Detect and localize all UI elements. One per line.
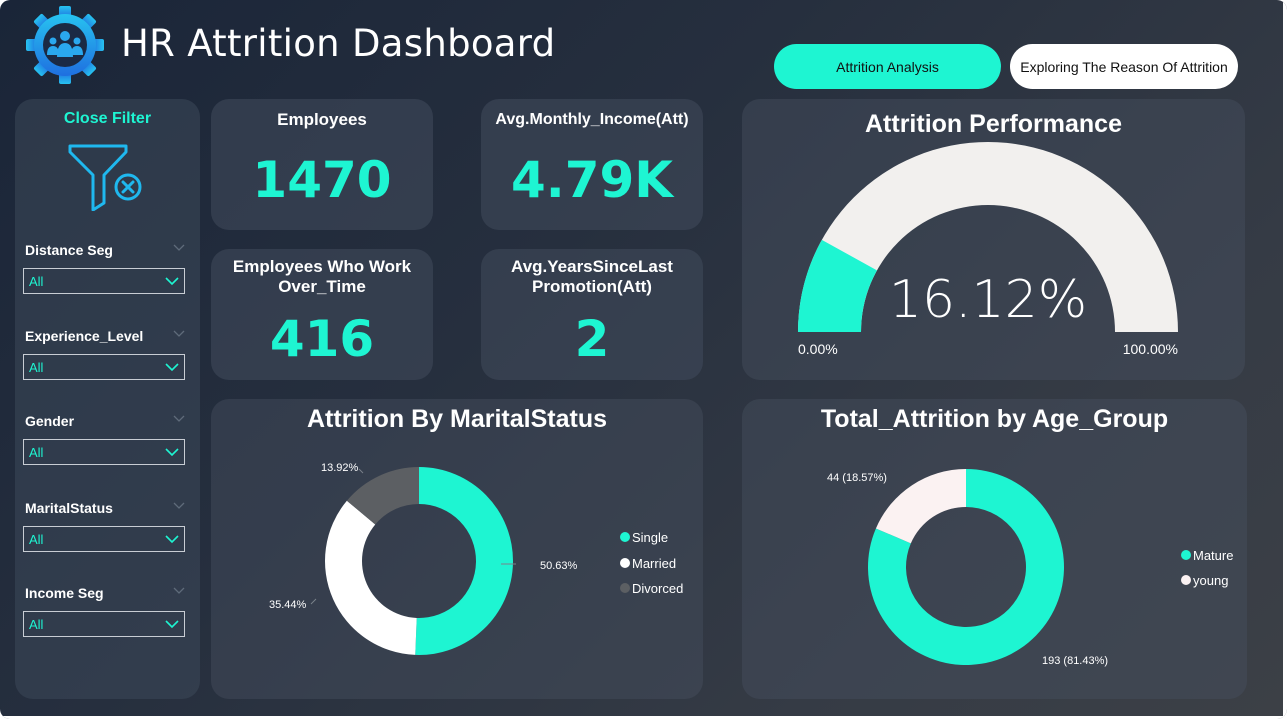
dashboard: HR Attrition Dashboard Attrition Analysi… [0, 0, 1287, 719]
legend-marker-married [620, 558, 630, 568]
slicer-label: Experience_Level [25, 328, 144, 344]
legend: Single Married Divorced [620, 530, 683, 596]
kpi-label-line2: Over_Time [278, 277, 366, 296]
chevron-down-icon [165, 535, 179, 544]
legend-marker-young [1181, 575, 1191, 585]
chevron-down-icon[interactable] [173, 330, 185, 338]
kpi-label-line1: Employees Who Work [232, 257, 412, 276]
kpi-value: 1470 [252, 151, 392, 209]
slicer-dropdown[interactable]: All [23, 354, 185, 380]
legend-label-divorced: Divorced [632, 581, 683, 596]
legend-label-mature: Mature [1193, 548, 1233, 563]
kpi-employees: Employees 1470 [211, 99, 433, 230]
page-title: HR Attrition Dashboard [121, 22, 556, 65]
leader-line [358, 468, 364, 474]
marital-slice-single[interactable] [415, 467, 513, 655]
chevron-down-icon [165, 620, 179, 629]
kpi-value: 4.79K [510, 151, 674, 209]
age-group-card: Total_Attrition by Age_Group 193 (81.43%… [742, 399, 1247, 699]
slicer-dropdown[interactable]: All [23, 526, 185, 552]
chevron-down-icon [165, 277, 179, 286]
slicer-label: Distance Seg [25, 242, 113, 258]
attrition-performance-card: Attrition Performance 16.12% 0.00% 100.0… [742, 99, 1245, 380]
kpi-value: 2 [574, 310, 610, 368]
kpi-value: 416 [269, 310, 375, 368]
gauge-min-label: 0.00% [798, 341, 838, 357]
legend-label-married: Married [632, 556, 676, 571]
gauge-value-label: 16.12% [889, 270, 1087, 330]
kpi-label-line2: Promotion(Att) [532, 277, 652, 296]
slicer-value: All [29, 274, 44, 289]
legend-label-single: Single [632, 530, 668, 545]
kpi-label: Avg.Monthly_Income(Att) [495, 111, 689, 128]
tab-exploring-reason[interactable]: Exploring The Reason Of Attrition [1010, 44, 1238, 89]
data-label-mature: 193 (81.43%) [1042, 655, 1108, 667]
slicer-dropdown[interactable]: All [23, 439, 185, 465]
legend-marker-divorced [620, 583, 630, 593]
slicer-value: All [29, 617, 44, 632]
kpi-label-line1: Avg.YearsSinceLast [511, 257, 673, 276]
gauge-max-label: 100.00% [1123, 341, 1178, 357]
chevron-down-icon[interactable] [173, 587, 185, 595]
legend-label-young: young [1193, 573, 1228, 588]
slicer-label: MaritalStatus [25, 500, 113, 516]
slicer-value: All [29, 532, 44, 547]
slicer-value: All [29, 445, 44, 460]
chevron-down-icon[interactable] [173, 244, 185, 252]
data-label-young: 44 (18.57%) [827, 472, 887, 484]
slicer-dropdown[interactable]: All [23, 268, 185, 294]
frame-edge [1283, 0, 1287, 719]
data-label-single: 50.63% [540, 560, 578, 572]
marital-status-donut: 50.63% 35.44% 13.92% Single Married Divo… [269, 462, 683, 655]
data-label-married: 35.44% [269, 599, 307, 611]
chevron-down-icon [165, 363, 179, 372]
kpi-years-since-promotion: Avg.YearsSinceLast Promotion(Att) 2 [481, 249, 703, 380]
slicer-dropdown[interactable]: All [23, 611, 185, 637]
data-label-divorced: 13.92% [321, 462, 359, 474]
people-gear-icon [26, 6, 104, 84]
chevron-down-icon [165, 448, 179, 457]
kpi-overtime: Employees Who Work Over_Time 416 [211, 249, 433, 380]
slicer-value: All [29, 360, 44, 375]
leader-line [310, 598, 317, 605]
tab-attrition-analysis[interactable]: Attrition Analysis [774, 44, 1001, 89]
chevron-down-icon[interactable] [173, 502, 185, 510]
marital-slice-married[interactable] [325, 500, 417, 655]
slicer-label: Gender [25, 413, 75, 429]
close-filter-label[interactable]: Close Filter [15, 110, 200, 128]
legend: Mature young [1181, 548, 1233, 588]
gauge-chart: 16.12% 0.00% 100.00% [798, 142, 1178, 357]
chevron-down-icon[interactable] [173, 415, 185, 423]
filter-panel: Close Filter Distance Seg All Experience… [15, 99, 200, 699]
legend-marker-single [620, 532, 630, 542]
age-group-donut: 193 (81.43%) 44 (18.57%) Mature young [827, 469, 1233, 667]
funnel-close-icon[interactable] [68, 143, 146, 211]
age-slice-young[interactable] [875, 469, 966, 544]
legend-marker-mature [1181, 550, 1191, 560]
kpi-avg-monthly-income: Avg.Monthly_Income(Att) 4.79K [481, 99, 703, 230]
slicer-label: Income Seg [25, 585, 104, 601]
kpi-label: Employees [277, 110, 367, 129]
marital-status-card: Attrition By MaritalStatus 50.63% 35.44%… [211, 399, 703, 699]
